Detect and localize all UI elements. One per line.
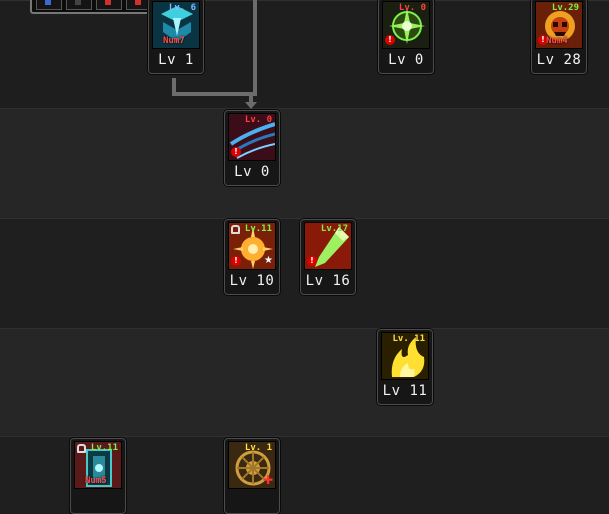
quickslot-1[interactable]: [36, 0, 62, 10]
prerequisite-line: [253, 0, 257, 94]
skill-slot[interactable]: Lv. 0 ! Lv 0: [378, 0, 434, 74]
skill-max-level: Lv.11: [90, 443, 118, 453]
green-burst-icon: Lv. 0 !: [382, 1, 430, 49]
golden-wheel-icon: Lv. 1 ✚: [228, 441, 276, 489]
sun-flare-icon: Lv.11 ! ★: [228, 222, 276, 270]
skill-max-level: Lv. 6: [168, 3, 196, 13]
warning-icon: !: [307, 256, 317, 266]
skill-keybind: Num7: [163, 36, 185, 46]
fire-skull-icon: Lv.29 ! Num4: [535, 1, 583, 49]
skill-row-1: [0, 0, 609, 108]
skill-max-level: Lv.17: [320, 224, 348, 234]
skill-max-level: Lv. 0: [398, 3, 426, 13]
warning-icon: !: [231, 256, 241, 266]
skill-level: Lv 0: [388, 52, 424, 68]
prerequisite-line: [172, 92, 257, 96]
skill-row-2: [0, 108, 609, 218]
skill-level: Lv 11: [382, 383, 428, 399]
prerequisite-arrow-icon: [245, 102, 257, 109]
skill-slot[interactable]: Lv.17 ! Lv 16: [300, 219, 356, 295]
frost-crest-icon: Lv. 6 Num7: [152, 1, 200, 49]
lock-icon: [231, 225, 240, 234]
skill-keybind: Num5: [85, 476, 107, 486]
skill-max-level: Lv. 0: [244, 115, 272, 125]
skill-slot[interactable]: Lv.29 ! Num4 Lv 28: [531, 0, 587, 74]
spirit-gate-icon: Lv.11 Num5: [74, 441, 122, 489]
skill-keybind: Num4: [546, 36, 568, 46]
skill-slot[interactable]: Lv. 1 ✚: [224, 438, 280, 514]
quickslot-2[interactable]: [66, 0, 92, 10]
skill-level: Lv 16: [305, 273, 351, 289]
skill-row-4: [0, 328, 609, 436]
skill-level: Lv 0: [234, 164, 270, 180]
skill-level: Lv 10: [229, 273, 275, 289]
skill-max-level: Lv.11: [244, 224, 272, 234]
skill-slot[interactable]: Lv. 6 Num7 Lv 1: [148, 0, 204, 74]
skill-max-level: Lv. 11: [392, 334, 425, 344]
skill-slot[interactable]: Lv.11 ! ★ Lv 10: [224, 219, 280, 295]
skill-max-level: Lv.29: [551, 3, 579, 13]
skill-slot[interactable]: Lv. 11 Lv 11: [377, 329, 433, 405]
warning-icon: !: [231, 147, 241, 157]
green-strike-icon: Lv.17 !: [304, 222, 352, 270]
upgrade-star-icon: ★: [264, 255, 273, 266]
skill-level: Lv 1: [158, 52, 194, 68]
add-point-icon[interactable]: ✚: [263, 474, 273, 486]
quickslot-3[interactable]: [96, 0, 122, 10]
skill-max-level: Lv. 1: [244, 443, 272, 453]
prerequisite-line: [172, 78, 176, 96]
lightning-flame-icon: Lv. 11: [381, 332, 429, 380]
skill-slot[interactable]: Lv. 0 ! Lv 0: [224, 110, 280, 186]
skill-level: Lv 28: [536, 52, 582, 68]
warning-icon: !: [385, 35, 395, 45]
skill-slot[interactable]: Lv.11 Num5: [70, 438, 126, 514]
wind-slash-icon: Lv. 0 !: [228, 113, 276, 161]
lock-icon: [77, 444, 86, 453]
